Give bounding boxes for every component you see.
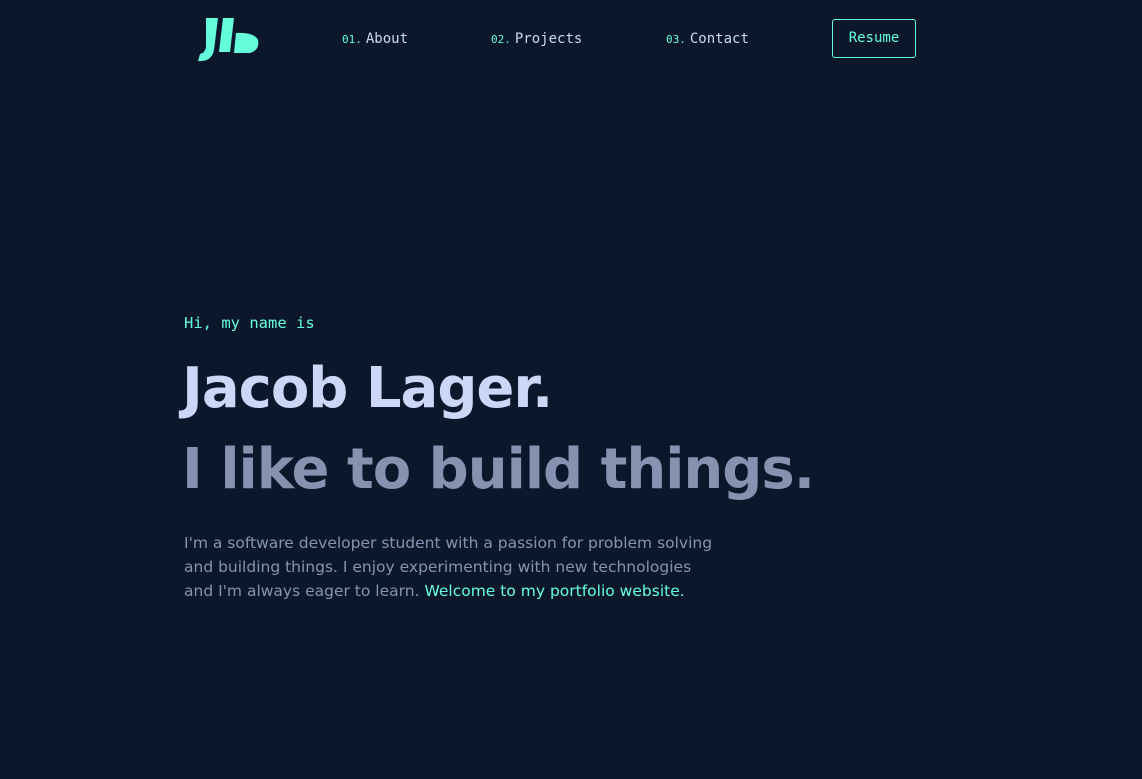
hero-name: Jacob Lager. xyxy=(182,356,553,421)
nav-item-number: 02. xyxy=(491,33,511,46)
hero-greeting: Hi, my name is xyxy=(184,314,315,332)
hero-tagline: I like to build things. xyxy=(182,437,815,502)
intro-line: and building things. I enjoy experimenti… xyxy=(184,558,692,576)
nav-item-about[interactable]: 01. About xyxy=(342,30,408,49)
jl-logo-icon[interactable] xyxy=(196,14,262,64)
nav-item-label: About xyxy=(365,31,409,47)
nav-item-label: Projects xyxy=(514,31,583,47)
intro-highlight: Welcome to my portfolio website. xyxy=(424,582,685,600)
hero-intro: I'm a software developer student with a … xyxy=(184,531,714,603)
nav-item-number: 03. xyxy=(666,33,686,46)
intro-line: I'm a software developer student with a … xyxy=(184,534,713,552)
intro-line: and I'm always eager to learn. Welcome t… xyxy=(184,579,714,603)
resume-button[interactable]: Resume xyxy=(832,19,916,58)
nav-item-contact[interactable]: 03. Contact xyxy=(666,30,749,49)
nav-item-projects[interactable]: 02. Projects xyxy=(491,30,582,49)
nav-item-label: Contact xyxy=(689,31,749,47)
intro-line-text: and I'm always eager to learn. xyxy=(184,582,420,600)
nav-item-number: 01. xyxy=(342,33,362,46)
